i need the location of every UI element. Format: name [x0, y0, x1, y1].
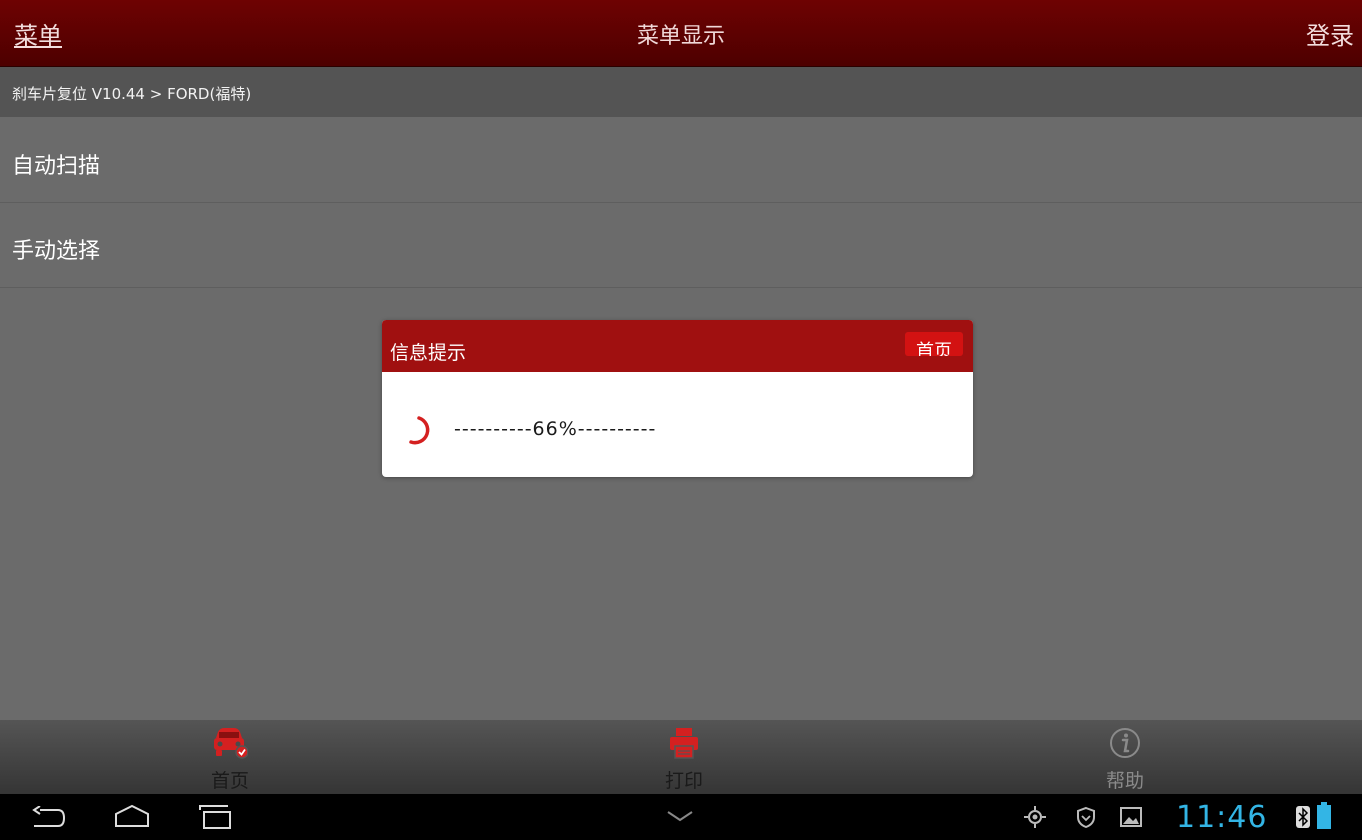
battery-icon: [1317, 802, 1331, 829]
gallery-icon: [1120, 807, 1142, 827]
toolbar-print-button[interactable]: 打印: [624, 720, 744, 794]
toolbar-print-label: 打印: [664, 770, 703, 792]
location-icon: [1024, 806, 1046, 828]
list-item-manual-select[interactable]: 手动选择: [0, 203, 1362, 288]
info-dialog: 信息提示 首页 ----------66%----------: [382, 320, 973, 477]
toolbar-help-label: 帮助: [1105, 770, 1144, 792]
breadcrumb: 刹车片复位 V10.44 > FORD(福特): [0, 67, 1362, 117]
page-title: 菜单显示: [636, 24, 725, 49]
loading-spinner-icon: [409, 416, 430, 445]
back-icon[interactable]: [32, 806, 66, 830]
list-item-auto-scan[interactable]: 自动扫描: [0, 118, 1362, 203]
system-navigation-bar: [0, 794, 1362, 840]
info-icon: [1110, 728, 1140, 758]
bottom-toolbar: 首页 打印 帮助: [0, 720, 1362, 794]
status-clock: 11:46: [1176, 800, 1268, 835]
dialog-home-button[interactable]: 首页: [905, 332, 963, 356]
recents-icon[interactable]: [198, 804, 234, 830]
toolbar-home-button[interactable]: 首页: [170, 720, 290, 794]
toolbar-help-button[interactable]: 帮助: [1065, 720, 1185, 794]
list-item-label: 手动选择: [12, 239, 101, 264]
printer-icon: [670, 728, 698, 759]
top-app-bar: 菜单 菜单显示 登录: [0, 0, 1362, 67]
chevron-down-icon[interactable]: [664, 808, 696, 824]
bluetooth-icon: [1296, 806, 1310, 828]
dialog-title: 信息提示: [390, 342, 467, 364]
dialog-header: 信息提示 首页: [382, 320, 973, 372]
breadcrumb-text: 刹车片复位 V10.44 > FORD(福特): [12, 85, 252, 103]
home-icon[interactable]: [112, 804, 152, 828]
toolbar-home-label: 首页: [210, 770, 249, 792]
progress-message: ----------66%----------: [454, 418, 657, 440]
car-icon: [214, 728, 248, 759]
login-button[interactable]: 登录: [1306, 16, 1354, 51]
shield-icon: [1077, 806, 1095, 828]
list-item-label: 自动扫描: [12, 154, 101, 179]
